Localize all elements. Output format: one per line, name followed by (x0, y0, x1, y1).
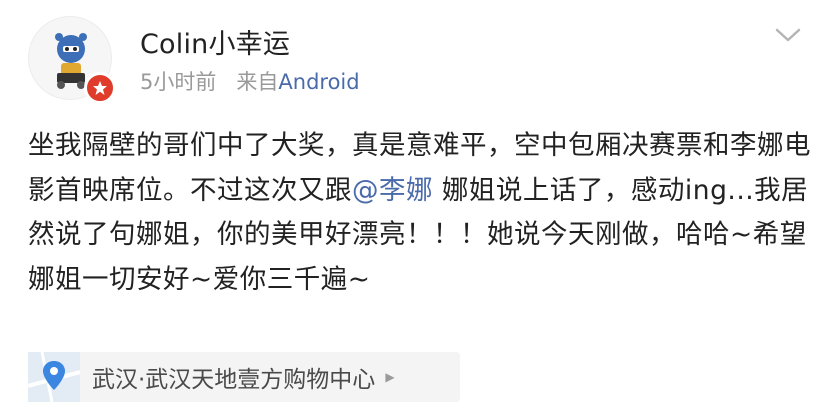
post-source[interactable]: Android (278, 70, 359, 94)
post-time: 5小时前 (140, 70, 217, 94)
location-tag[interactable]: 武汉·武汉天地壹方购物中心 ▶ (27, 351, 460, 403)
map-pin-icon (27, 351, 81, 403)
vip-badge-icon (84, 72, 116, 104)
post-meta: 5小时前 来自Android (140, 66, 360, 96)
location-label: 武汉·武汉天地壹方购物中心 (92, 367, 376, 393)
username[interactable]: Colin小幸运 (140, 22, 290, 61)
mention-link[interactable]: @李娜 (352, 175, 433, 206)
triangle-right-icon: ▶ (385, 370, 395, 384)
source-prefix: 来自 (236, 70, 279, 94)
chevron-down-icon[interactable] (770, 22, 806, 48)
post-text: 坐我隔壁的哥们中了大奖，真是意难平，空中包厢决赛票和李娜电影首映席位。不过这次又… (28, 124, 812, 302)
